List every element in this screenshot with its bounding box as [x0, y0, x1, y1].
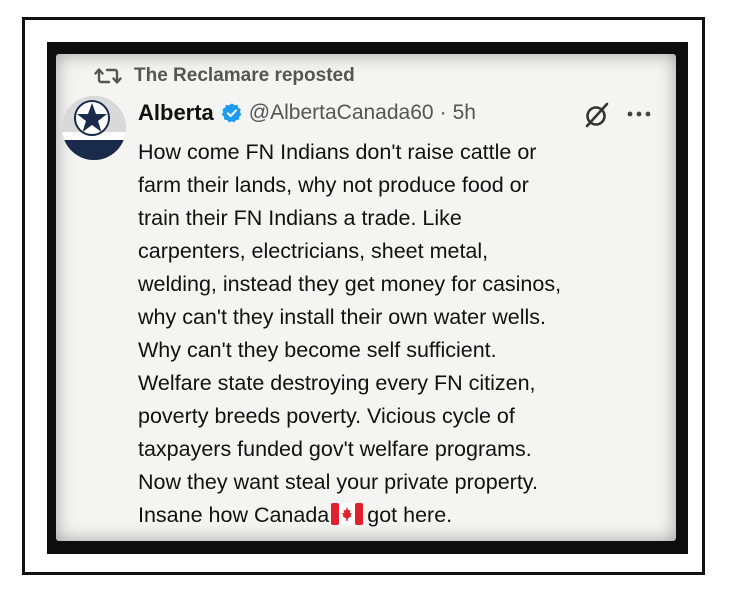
tweet-text: How come FN Indians don't raise cattle o…: [138, 136, 668, 532]
tweet-line: welding, instead they get money for casi…: [138, 272, 562, 296]
tweet-line: taxpayers funded gov't welfare programs.: [138, 437, 532, 461]
tweet-header: Alberta @AlbertaCanada60 · 5h: [138, 96, 658, 130]
separator-dot: ·: [439, 101, 447, 124]
grok-icon[interactable]: [584, 102, 610, 128]
tweet-line: farm their lands, why not produce food o…: [138, 173, 529, 197]
repost-header[interactable]: The Reclamare reposted: [94, 63, 355, 89]
more-options-icon[interactable]: [624, 104, 654, 124]
verified-badge-icon: [221, 103, 242, 123]
tweet-line: Welfare state destroying every FN citize…: [138, 371, 536, 395]
tweet-line: How come FN Indians don't raise cattle o…: [138, 140, 537, 164]
tweet-line: why can't they install their own water w…: [138, 305, 546, 329]
dallas-star-avatar-icon: [62, 96, 126, 160]
tweet-line: train their FN Indians a trade. Like: [138, 206, 462, 230]
handle[interactable]: @AlbertaCanada60: [249, 101, 434, 125]
canada-flag-icon: [331, 503, 364, 525]
repost-icon: [94, 68, 122, 84]
tweet-line-text: Insane how Canada: [138, 503, 330, 527]
tweet-last-line: Insane how Canada got here.: [138, 499, 668, 532]
tweet-line: Why can't they become self sufficient.: [138, 338, 497, 362]
repost-label[interactable]: The Reclamare reposted: [134, 65, 355, 87]
tweet-line: Now they want steal your private propert…: [138, 470, 538, 494]
timestamp[interactable]: 5h: [453, 101, 476, 125]
avatar[interactable]: [62, 96, 126, 160]
tweet-line: poverty breeds poverty. Vicious cycle of: [138, 404, 515, 428]
display-name[interactable]: Alberta: [138, 100, 214, 126]
tweet-line-text: got here.: [367, 503, 453, 527]
tweet-line: carpenters, electricians, sheet metal,: [138, 239, 489, 263]
